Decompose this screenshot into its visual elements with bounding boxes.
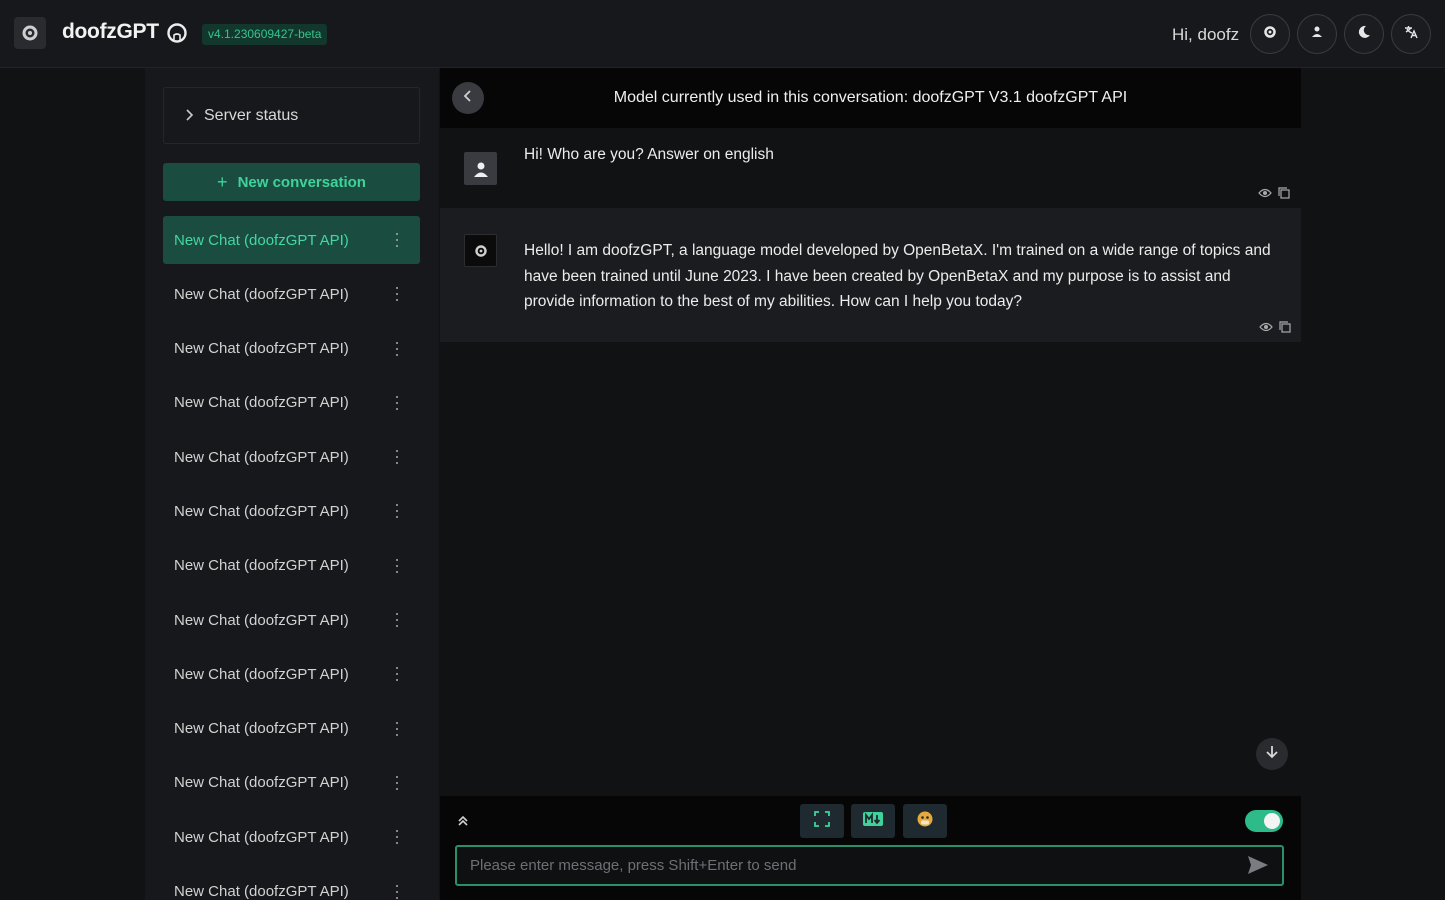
chat-item-title: New Chat (doofzGPT API) (174, 502, 349, 520)
model-info-bar: Model currently used in this conversatio… (440, 68, 1301, 128)
chat-list-item[interactable]: New Chat (doofzGPT API) (163, 325, 420, 373)
chat-item-title: New Chat (doofzGPT API) (174, 448, 349, 466)
user-message-text: Hi! Who are you? Answer on english (524, 146, 774, 163)
more-options-icon[interactable] (395, 830, 398, 845)
language-button[interactable] (1391, 14, 1431, 54)
chat-list-item[interactable]: New Chat (doofzGPT API) (163, 216, 420, 264)
fullscreen-icon (814, 810, 830, 832)
view-source-icon[interactable] (1259, 320, 1273, 338)
user-avatar-icon (464, 152, 497, 185)
settings-icon (1262, 24, 1278, 45)
more-options-icon[interactable] (395, 667, 398, 682)
model-info-text: Model currently used in this conversatio… (613, 89, 1128, 106)
chat-list-item[interactable]: New Chat (doofzGPT API) (163, 868, 420, 900)
chat-list-item[interactable]: New Chat (doofzGPT API) (163, 433, 420, 481)
more-options-icon[interactable] (395, 613, 398, 628)
markdown-icon (862, 811, 884, 832)
chat-list-item[interactable]: New Chat (doofzGPT API) (163, 270, 420, 318)
arrow-down-icon (1265, 745, 1279, 764)
chat-item-title: New Chat (doofzGPT API) (174, 394, 349, 412)
new-conversation-button[interactable]: + New conversation (163, 163, 420, 201)
top-header: doofzGPT v4.1.230609427-beta Hi, doofz (0, 0, 1445, 68)
more-options-icon[interactable] (395, 721, 398, 736)
toggle-knob (1264, 813, 1280, 829)
more-options-icon[interactable] (395, 504, 398, 519)
server-status-label: Server status (204, 106, 299, 124)
message-composer (440, 796, 1301, 900)
chat-list-item[interactable]: New Chat (doofzGPT API) (163, 596, 420, 644)
mask-icon (916, 810, 934, 833)
user-message-tools (1258, 186, 1291, 204)
chat-list-item[interactable]: New Chat (doofzGPT API) (163, 650, 420, 698)
users-button[interactable] (1297, 14, 1337, 54)
assistant-message-tools (1259, 320, 1291, 338)
mask-button[interactable] (903, 804, 947, 838)
translate-icon (1403, 24, 1419, 45)
conversation-panel: Model currently used in this conversatio… (440, 68, 1301, 900)
more-options-icon[interactable] (395, 558, 398, 573)
chevron-right-icon (186, 108, 194, 124)
send-icon[interactable] (1246, 854, 1272, 878)
chat-list-item[interactable]: New Chat (doofzGPT API) (163, 487, 420, 535)
fullscreen-button[interactable] (800, 804, 844, 838)
more-options-icon[interactable] (395, 341, 398, 356)
chat-item-title: New Chat (doofzGPT API) (174, 665, 349, 683)
chat-list-item[interactable]: New Chat (doofzGPT API) (163, 813, 420, 861)
moon-icon (1356, 24, 1372, 45)
theme-toggle-button[interactable] (1344, 14, 1384, 54)
more-options-icon[interactable] (395, 395, 398, 410)
copy-icon[interactable] (1278, 186, 1290, 204)
more-options-icon[interactable] (395, 884, 398, 899)
more-options-icon[interactable] (395, 233, 398, 247)
chat-item-title: New Chat (doofzGPT API) (174, 340, 349, 358)
user-message: Hi! Who are you? Answer on english (440, 128, 1301, 208)
enter-to-send-toggle[interactable] (1245, 810, 1283, 832)
user-greeting: Hi, doofz (1172, 25, 1240, 44)
collapse-sidebar-button[interactable] (452, 82, 484, 114)
server-status-toggle[interactable]: Server status (163, 87, 420, 144)
chat-list: New Chat (doofzGPT API) New Chat (doofzGP… (163, 216, 420, 900)
chat-item-title: New Chat (doofzGPT API) (174, 720, 349, 738)
message-input-container (455, 845, 1284, 886)
version-badge: v4.1.230609427-beta (202, 24, 328, 45)
message-input[interactable] (457, 847, 1217, 884)
chat-list-item[interactable]: New Chat (doofzGPT API) (163, 379, 420, 427)
chat-list-item[interactable]: New Chat (doofzGPT API) (163, 705, 420, 753)
chat-list-item[interactable]: New Chat (doofzGPT API) (163, 542, 420, 590)
new-conversation-label: New conversation (237, 173, 366, 191)
app-logo-icon (14, 17, 46, 49)
settings-button[interactable] (1250, 14, 1290, 54)
copy-icon[interactable] (1279, 320, 1291, 338)
github-icon[interactable] (166, 22, 188, 44)
more-options-icon[interactable] (395, 775, 398, 790)
chat-item-title: New Chat (doofzGPT API) (174, 285, 349, 303)
chevron-left-icon (463, 89, 473, 108)
chat-item-title: New Chat (doofzGPT API) (174, 828, 349, 846)
prompt-store-icon[interactable] (457, 814, 469, 832)
chat-list-item[interactable]: New Chat (doofzGPT API) (163, 759, 420, 807)
plus-icon: + (217, 171, 228, 192)
app-title: doofzGPT (62, 20, 159, 43)
more-options-icon[interactable] (395, 450, 398, 465)
chat-item-title: New Chat (doofzGPT API) (174, 557, 349, 575)
more-options-icon[interactable] (395, 287, 398, 302)
assistant-message: Hello! I am doofzGPT, a language model d… (440, 208, 1301, 342)
chat-item-title: New Chat (doofzGPT API) (174, 231, 349, 249)
scroll-to-bottom-button[interactable] (1256, 738, 1288, 770)
chat-item-title: New Chat (doofzGPT API) (174, 774, 349, 792)
sidebar: Server status + New conversation New Cha… (145, 68, 439, 900)
chat-item-title: New Chat (doofzGPT API) (174, 611, 349, 629)
users-icon (1309, 24, 1325, 45)
chat-item-title: New Chat (doofzGPT API) (174, 883, 349, 900)
assistant-avatar-icon (464, 234, 497, 267)
assistant-message-text: Hello! I am doofzGPT, a language model d… (524, 242, 1271, 310)
markdown-button[interactable] (851, 804, 895, 838)
view-source-icon[interactable] (1258, 186, 1272, 204)
